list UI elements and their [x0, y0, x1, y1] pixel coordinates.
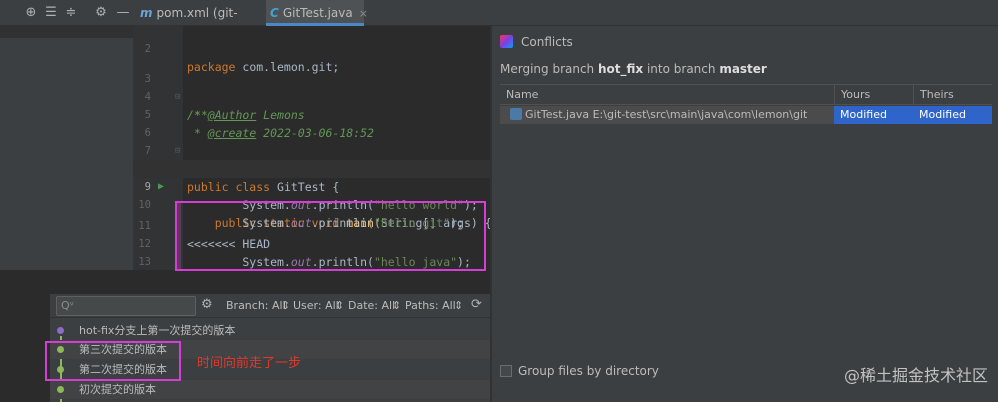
chevron-icon: ⇕ [335, 299, 345, 312]
target-icon[interactable]: ⊕ [22, 4, 40, 22]
dialog-title-text: Conflicts [521, 35, 573, 49]
minimize-icon[interactable]: — [114, 4, 132, 22]
group-by-directory[interactable]: Group files by directory [500, 363, 659, 379]
log-toolbar: Qᵛ ⚙ Branch: All ⇕ User: All ⇕ Date: All… [50, 294, 490, 318]
log-search-input[interactable]: Qᵛ [56, 296, 196, 316]
commit-highlight-box [45, 341, 181, 381]
project-selection [0, 26, 133, 38]
conflict-highlight-box [175, 201, 486, 271]
close-icon[interactable]: × [359, 7, 368, 20]
code-line: 10 System.out.println("hello git"); [133, 178, 490, 230]
annotation-text: 时间向前走了一步 [197, 356, 302, 371]
editor-tab-bar: ⊕ ☰ ≑ ⚙ — mpom.xml (git-test)× CGitTest.… [0, 0, 998, 46]
expand-icon[interactable]: ≑ [62, 4, 80, 22]
code-line-current: 9 System.out.println("hello world"); [133, 160, 490, 212]
theirs-cell[interactable]: Modified [913, 106, 992, 124]
commit-message: 初次提交的版本 [79, 383, 156, 396]
table-row[interactable]: GitTest.java E:\git-test\src\main\java\c… [500, 106, 992, 124]
source-branch: hot_fix [597, 62, 644, 76]
commit-node-icon [57, 327, 64, 334]
column-header-yours[interactable]: Yours (master) [834, 85, 913, 120]
file-cell[interactable]: GitTest.java E:\git-test\src\main\java\c… [500, 106, 834, 124]
paths-filter[interactable]: Paths: All [405, 294, 456, 318]
chevron-icon: ⇕ [454, 299, 464, 312]
message-text: Merging branch [500, 62, 598, 76]
code-line: 6 ⊟ */ [133, 106, 490, 176]
date-filter[interactable]: Date: All [348, 294, 395, 318]
commit-row[interactable]: hot-fix分支上第一次提交的版本 [50, 321, 490, 340]
conflicts-table-header: Name Yours (master) Theirs (hot_fix) [500, 84, 992, 120]
java-file-icon [510, 108, 522, 120]
yours-cell[interactable]: Modified [834, 106, 913, 124]
tab-pom-xml[interactable]: mpom.xml (git-test)× [136, 0, 258, 46]
branch-filter[interactable]: Branch: All [226, 294, 286, 318]
user-filter[interactable]: User: All [293, 294, 339, 318]
file-path: E:\git-test\src\main\java\com\lemon\git [592, 108, 808, 121]
watermark: @稀土掘金技术社区 [843, 366, 988, 385]
gear-icon[interactable]: ⚙ [92, 4, 110, 22]
project-pane [0, 26, 133, 270]
column-header-name[interactable]: Name [500, 85, 834, 104]
column-header-theirs[interactable]: Theirs (hot_fix) [913, 85, 992, 120]
tab-gittest-java[interactable]: C GitTest.java × [266, 0, 368, 26]
target-branch: master [719, 62, 767, 76]
maven-icon: m [140, 6, 153, 20]
settings-icon[interactable]: ⚙ [201, 297, 213, 312]
intellij-icon [500, 35, 513, 48]
dialog-title: Conflicts [500, 34, 573, 50]
code-line: 3 ⊟ /** [133, 52, 490, 122]
group-files-checkbox[interactable] [500, 365, 512, 377]
refresh-icon[interactable]: ⟳ [471, 297, 482, 312]
java-class-icon: C [270, 6, 279, 20]
code-line: 2 package com.lemon.git; [133, 26, 490, 74]
commit-row[interactable]: 初次提交的版本 [50, 380, 490, 399]
chevron-icon: ⇕ [281, 299, 291, 312]
tab-label: GitTest.java [282, 6, 353, 20]
commit-node-icon [57, 386, 64, 393]
file-name: GitTest.java [525, 108, 590, 121]
code-line: 4 * @Author Lemons [133, 70, 490, 122]
code-line: 7 ▶ public class GitTest { [133, 124, 490, 194]
commit-message: hot-fix分支上第一次提交的版本 [79, 324, 236, 337]
code-line: 8 ▶ ⊟ public static void main(String[] a… [133, 142, 490, 230]
message-text: into branch [643, 62, 720, 76]
merge-message: Merging branch hot_fix into branch maste… [500, 61, 767, 77]
checkbox-label: Group files by directory [518, 364, 659, 378]
chevron-icon: ⇕ [392, 299, 402, 312]
collapse-all-icon[interactable]: ☰ [42, 4, 60, 22]
conflicts-dialog: Conflicts Merging branch hot_fix into br… [492, 26, 998, 402]
code-line: 5 * @create 2022-03-06-18:52 [133, 88, 490, 140]
